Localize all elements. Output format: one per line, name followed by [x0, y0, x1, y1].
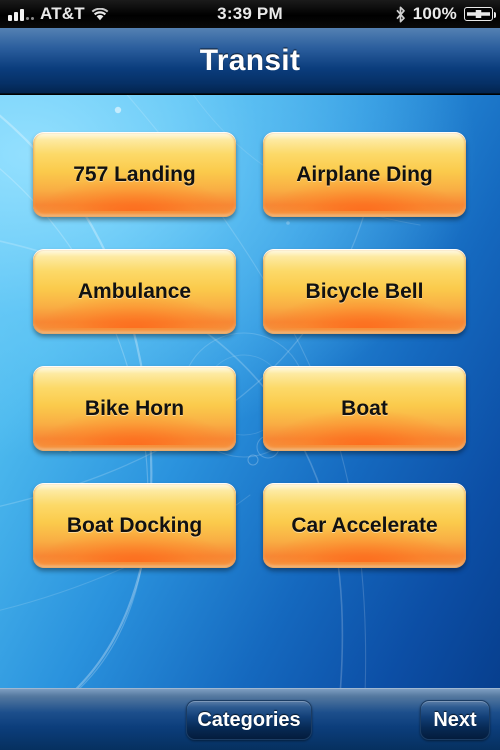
bluetooth-icon [395, 6, 406, 23]
next-button-label: Next [433, 708, 477, 731]
status-bar-right: 100% [395, 4, 496, 24]
status-bar: AT&T 3:39 PM 100% [0, 0, 500, 28]
sound-button-label: Ambulance [77, 279, 192, 303]
bottom-toolbar: Categories Next [0, 688, 500, 750]
sound-button-label: Bicycle Bell [305, 279, 424, 303]
sound-button-label: Boat Docking [66, 513, 203, 537]
sound-button-ambulance[interactable]: Ambulance [33, 249, 236, 334]
sound-button-label: Car Accelerate [291, 513, 438, 537]
battery-percent-label: 100% [412, 4, 457, 23]
iphone-screen: AT&T 3:39 PM 100% Transit 757 Landing Ai… [0, 0, 500, 750]
categories-button-label: Categories [197, 708, 301, 731]
categories-button[interactable]: Categories [186, 700, 312, 740]
sound-button-grid: 757 Landing Airplane Ding Ambulance Bicy… [0, 95, 500, 688]
sound-button-757-landing[interactable]: 757 Landing [33, 132, 236, 217]
sound-button-bike-horn[interactable]: Bike Horn [33, 366, 236, 451]
sound-button-bicycle-bell[interactable]: Bicycle Bell [263, 249, 466, 334]
sound-button-label: Boat [341, 396, 388, 420]
sound-button-label: 757 Landing [73, 162, 196, 186]
navigation-bar: Transit [0, 28, 500, 94]
page-title: Transit [199, 43, 301, 77]
sound-button-boat-docking[interactable]: Boat Docking [33, 483, 236, 568]
sound-button-label: Airplane Ding [296, 162, 433, 186]
content-area: 757 Landing Airplane Ding Ambulance Bicy… [0, 95, 500, 688]
sound-button-label: Bike Horn [84, 396, 185, 420]
sound-button-boat[interactable]: Boat [263, 366, 466, 451]
battery-charging-icon [464, 7, 496, 21]
sound-button-airplane-ding[interactable]: Airplane Ding [263, 132, 466, 217]
next-button[interactable]: Next [420, 700, 490, 740]
sound-button-car-accelerate[interactable]: Car Accelerate [263, 483, 466, 568]
